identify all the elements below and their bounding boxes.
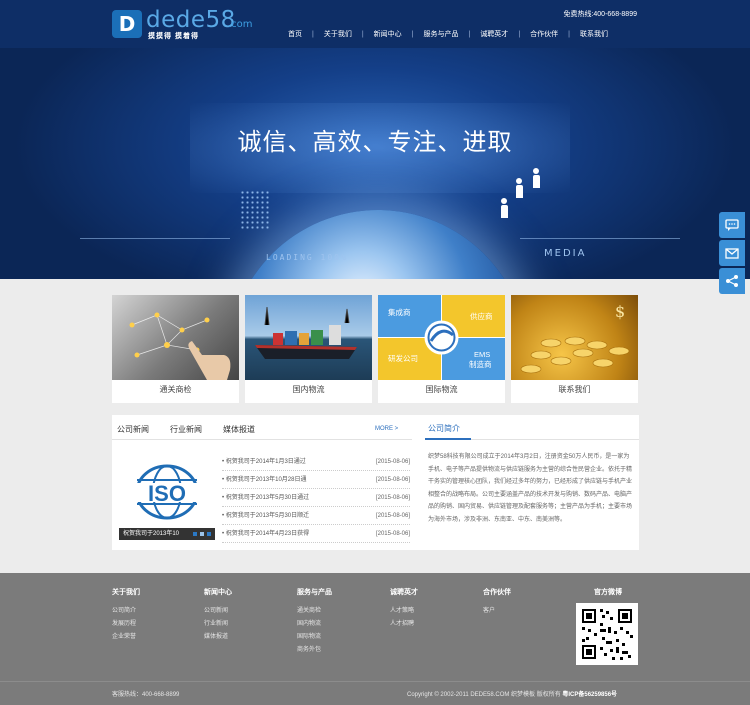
nav-services[interactable]: 服务与产品 — [418, 29, 463, 39]
chat-icon — [725, 219, 739, 231]
main-nav: 首页 | 关于我们 | 新闻中心 | 服务与产品 | 诚聘英才 | 合作伙伴 | 联系我们 — [283, 29, 613, 39]
service-boxes: 通关商检 国内物流 集成商 供应商 研发公司 EMS 制造商 国际物流 $ 联系… — [112, 295, 639, 403]
touch-network-image — [112, 295, 239, 380]
slide-dot[interactable] — [207, 532, 211, 536]
cargo-ship-image — [245, 295, 372, 380]
nav-about[interactable]: 关于我们 — [319, 29, 357, 39]
service-box-customs[interactable]: 通关商检 — [112, 295, 239, 403]
hero-banner: 诚信、高效、专注、进取 LOADING 100% MEDIA — [0, 48, 750, 279]
tab-media-reports[interactable]: 媒体报道 — [223, 424, 255, 435]
list-item[interactable]: • 祝贺我司于2014年4月23日获得 [2015-08-06] — [222, 525, 410, 543]
side-float-toolbar — [719, 212, 745, 296]
news-list: • 祝贺我司于2014年1月3日通过 [2015-08-06] • 祝贺我司于20… — [222, 453, 410, 543]
list-item[interactable]: • 祝贺我司于2013年5月30日通过 [2015-08-06] — [222, 489, 410, 507]
svg-text:制造商: 制造商 — [469, 359, 492, 369]
footer-copyright: Copyright © 2002-2011 DEDE58.COM 织梦模板 版权… — [407, 692, 618, 698]
about-title[interactable]: 公司简介 — [428, 423, 460, 434]
logo-mark-icon: D — [112, 10, 142, 38]
service-box-contact[interactable]: $ 联系我们 — [511, 295, 638, 403]
tab-industry-news[interactable]: 行业新闻 — [170, 424, 202, 435]
mail-icon — [725, 248, 739, 259]
site-header: D dede58 .com 摸摸得 摸着得 免费热线:400-668-8899 … — [0, 0, 750, 48]
news-tabs: 公司新闻 行业新闻 媒体报道 — [117, 424, 276, 435]
diagram-label-rnd: 研发公司 — [388, 353, 418, 363]
site-logo[interactable]: D dede58 .com 摸摸得 摸着得 — [112, 7, 260, 41]
side-chat-button[interactable] — [719, 212, 745, 238]
footer-hotline: 客服热线：400-668-8899 — [112, 692, 180, 698]
person-icon — [500, 198, 508, 218]
logo-wordmark: dede58 — [146, 7, 236, 33]
banner-slogan: 诚信、高效、专注、进取 — [237, 128, 513, 156]
about-text: 织梦58科技有限公司成立于2014年3月2日，注册资金50万人民币，是一家为手机… — [428, 454, 633, 523]
footer-col-services: 服务与产品 通关商检 国内物流 国际物流 商务外包 — [297, 589, 332, 653]
footer-col-about: 关于我们 公司简介 发展历程 企业荣誉 — [112, 589, 140, 640]
logo-domain: .com — [228, 19, 253, 30]
dot-grid-decoration — [240, 190, 270, 230]
footer-bottom-bar: 客服热线：400-668-8899 Copyright © 2002-2011 … — [0, 681, 750, 705]
footer-col-partners: 合作伙伴 客户 — [483, 589, 511, 614]
earth-image — [228, 210, 528, 279]
slide-dot[interactable] — [193, 532, 197, 536]
gold-coins-image: $ — [511, 295, 638, 380]
service-box-caption: 国际物流 — [425, 385, 458, 394]
diagram-label-integrator: 集成商 — [388, 307, 411, 317]
person-icon — [532, 168, 540, 188]
slide-dot[interactable] — [200, 532, 204, 536]
iso-globe-icon: ISO — [129, 464, 205, 520]
share-icon — [726, 275, 738, 287]
slideshow-caption: 祝贺我司于2013年10 — [119, 528, 215, 540]
banner-media-text: MEDIA — [544, 248, 587, 259]
list-item[interactable]: • 祝贺我司于2014年1月3日通过 [2015-08-06] — [222, 453, 410, 471]
nav-home[interactable]: 首页 — [283, 29, 307, 39]
header-hotline: 免费热线:400-668-8899 — [563, 11, 637, 18]
person-icon — [515, 178, 523, 198]
nav-news[interactable]: 新闻中心 — [369, 29, 407, 39]
supply-chain-diagram: 集成商 供应商 研发公司 EMS 制造商 — [378, 295, 505, 380]
nav-careers[interactable]: 诚聘英才 — [475, 29, 513, 39]
logo-subtitle: 摸摸得 摸着得 — [148, 33, 199, 40]
footer-col-careers: 诚聘英才 人才策略 人才招聘 — [390, 589, 418, 627]
svg-text:$: $ — [615, 302, 625, 321]
nav-partners[interactable]: 合作伙伴 — [525, 29, 563, 39]
qr-code-icon — [576, 603, 638, 665]
service-box-caption: 国内物流 — [292, 385, 325, 394]
service-box-international[interactable]: 集成商 供应商 研发公司 EMS 制造商 国际物流 — [378, 295, 505, 403]
diagram-label-supplier: 供应商 — [470, 311, 493, 321]
icp-number[interactable]: 粤ICP备56259856号 — [562, 692, 617, 698]
list-item[interactable]: • 祝贺我司于2013年10月28日通 [2015-08-06] — [222, 471, 410, 489]
service-box-caption: 通关商检 — [159, 385, 192, 394]
nav-contact[interactable]: 联系我们 — [575, 29, 613, 39]
news-more-link[interactable]: MORE > — [375, 426, 398, 432]
news-about-panel: 公司新闻 行业新闻 媒体报道 MORE > ISO 祝贺我司于2013年10 •… — [112, 415, 639, 550]
news-slideshow[interactable]: ISO 祝贺我司于2013年10 — [119, 458, 215, 542]
footer-col-news: 新闻中心 公司新闻 行业新闻 媒体报道 — [204, 589, 232, 640]
side-share-button[interactable] — [719, 268, 745, 294]
service-box-caption: 联系我们 — [558, 385, 591, 394]
iso-text: ISO — [148, 481, 186, 506]
tab-company-news[interactable]: 公司新闻 — [117, 424, 149, 435]
site-footer: 关于我们 公司简介 发展历程 企业荣誉 新闻中心 公司新闻 行业新闻 媒体报道 … — [0, 573, 750, 705]
list-item[interactable]: • 祝贺我司于2013年5月30日顺迁 [2015-08-06] — [222, 507, 410, 525]
side-mail-button[interactable] — [719, 240, 745, 266]
weibo-title: 官方微博 — [594, 589, 622, 596]
svg-text:EMS: EMS — [474, 350, 490, 359]
service-box-domestic[interactable]: 国内物流 — [245, 295, 372, 403]
banner-loading-text: LOADING 100% — [266, 253, 348, 262]
